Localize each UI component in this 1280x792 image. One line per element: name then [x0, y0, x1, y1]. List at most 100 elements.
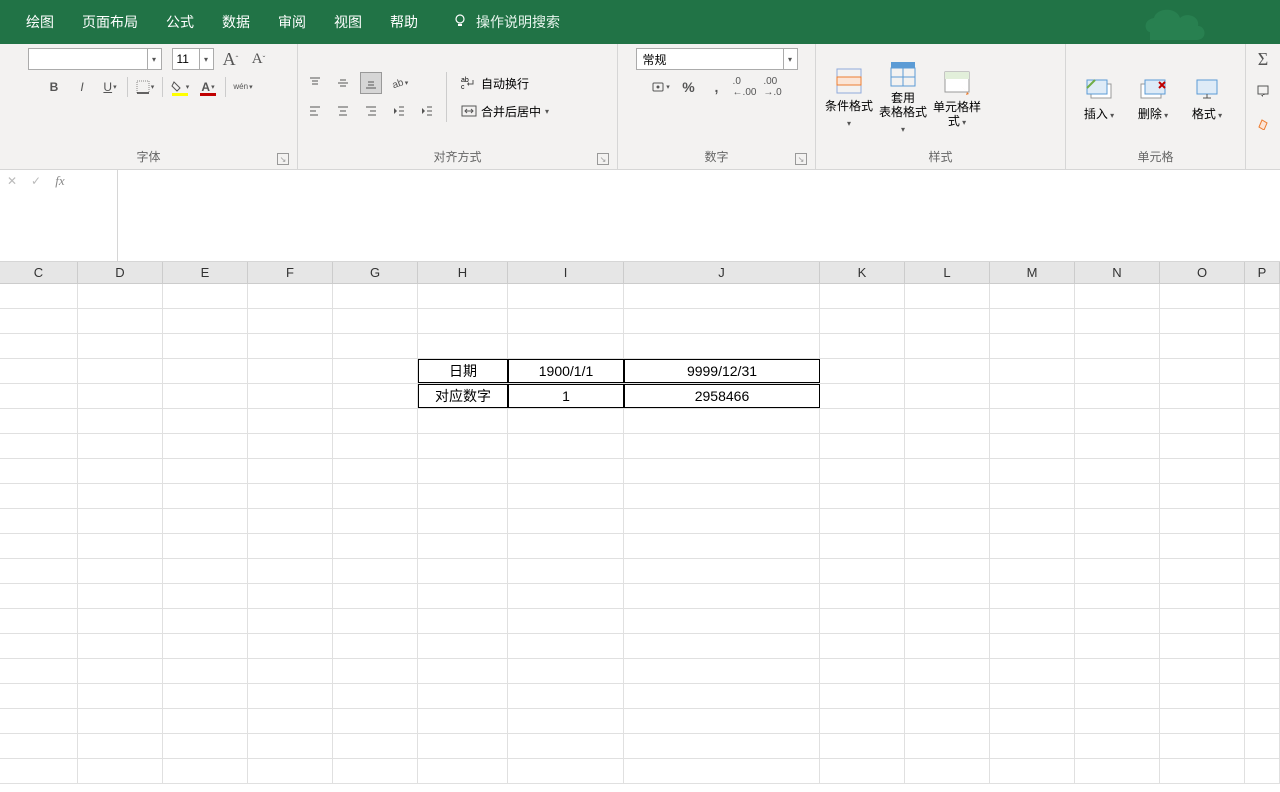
- cell[interactable]: [1075, 534, 1160, 558]
- cell[interactable]: [1075, 659, 1160, 683]
- cell[interactable]: [1245, 309, 1280, 333]
- cell[interactable]: [1160, 484, 1245, 508]
- cell[interactable]: [1075, 759, 1160, 783]
- delete-cells-button[interactable]: 删除: [1126, 55, 1180, 139]
- cell[interactable]: [508, 509, 624, 533]
- cell[interactable]: [0, 609, 78, 633]
- cell[interactable]: [508, 634, 624, 658]
- cell[interactable]: [418, 609, 508, 633]
- cell[interactable]: [0, 284, 78, 308]
- cell[interactable]: [248, 359, 333, 383]
- cell[interactable]: [508, 584, 624, 608]
- cell[interactable]: [905, 359, 990, 383]
- cell[interactable]: [0, 534, 78, 558]
- number-format-dropdown-icon[interactable]: ▾: [783, 49, 797, 69]
- cell[interactable]: [333, 459, 418, 483]
- cell[interactable]: [905, 609, 990, 633]
- cell[interactable]: 对应数字: [418, 384, 508, 408]
- cell[interactable]: [905, 409, 990, 433]
- cell[interactable]: [0, 634, 78, 658]
- font-color-button[interactable]: A: [197, 76, 219, 98]
- percent-button[interactable]: %: [678, 76, 700, 98]
- currency-button[interactable]: [650, 76, 672, 98]
- tell-me-search[interactable]: 操作说明搜索: [452, 12, 560, 32]
- cell[interactable]: [333, 384, 418, 408]
- cell[interactable]: [990, 684, 1075, 708]
- align-bottom-button[interactable]: [360, 72, 382, 94]
- cell[interactable]: [78, 484, 163, 508]
- cell[interactable]: [418, 734, 508, 758]
- cell[interactable]: [820, 734, 905, 758]
- font-size-dropdown-icon[interactable]: ▾: [199, 49, 213, 69]
- cell[interactable]: [333, 684, 418, 708]
- cell[interactable]: [333, 509, 418, 533]
- font-size-combo[interactable]: 11 ▾: [172, 48, 214, 70]
- cell[interactable]: [820, 759, 905, 783]
- cell[interactable]: [78, 609, 163, 633]
- cell[interactable]: [508, 459, 624, 483]
- cell[interactable]: [0, 434, 78, 458]
- cell[interactable]: [78, 434, 163, 458]
- cell[interactable]: 9999/12/31: [624, 359, 820, 383]
- cell[interactable]: [624, 734, 820, 758]
- cell[interactable]: [163, 534, 248, 558]
- cell[interactable]: [508, 334, 624, 358]
- alignment-dialog-launcher[interactable]: ↘: [597, 153, 609, 165]
- conditional-formatting-button[interactable]: 条件格式: [822, 55, 876, 139]
- column-header-J[interactable]: J: [624, 262, 820, 283]
- cell[interactable]: [418, 434, 508, 458]
- cell[interactable]: [1075, 684, 1160, 708]
- cell[interactable]: [333, 659, 418, 683]
- cell[interactable]: [1245, 584, 1280, 608]
- cell[interactable]: [1245, 559, 1280, 583]
- cell[interactable]: [1075, 309, 1160, 333]
- cell[interactable]: [78, 309, 163, 333]
- cell[interactable]: [418, 634, 508, 658]
- cell[interactable]: [508, 609, 624, 633]
- cell[interactable]: [78, 559, 163, 583]
- increase-indent-button[interactable]: [416, 100, 438, 122]
- cell[interactable]: [248, 484, 333, 508]
- cell[interactable]: [1075, 434, 1160, 458]
- cell[interactable]: [1160, 559, 1245, 583]
- cell[interactable]: [0, 584, 78, 608]
- align-right-button[interactable]: [360, 100, 382, 122]
- comma-button[interactable]: ,: [706, 76, 728, 98]
- cell[interactable]: [905, 459, 990, 483]
- tab-drawing[interactable]: 绘图: [12, 12, 68, 32]
- cell[interactable]: [333, 309, 418, 333]
- cell[interactable]: [163, 334, 248, 358]
- cell[interactable]: [163, 709, 248, 733]
- cell[interactable]: [1075, 334, 1160, 358]
- cell[interactable]: [508, 284, 624, 308]
- cell[interactable]: [820, 684, 905, 708]
- cell[interactable]: [624, 759, 820, 783]
- cell[interactable]: [163, 584, 248, 608]
- cell[interactable]: [1160, 409, 1245, 433]
- spreadsheet-grid[interactable]: CDEFGHIJKLMNOP 日期1900/1/19999/12/31对应数字1…: [0, 262, 1280, 792]
- cell[interactable]: [78, 334, 163, 358]
- cell[interactable]: [78, 734, 163, 758]
- cell[interactable]: [1245, 759, 1280, 783]
- cell[interactable]: [508, 759, 624, 783]
- align-center-button[interactable]: [332, 100, 354, 122]
- cell[interactable]: [0, 559, 78, 583]
- fill-button[interactable]: [1252, 80, 1274, 102]
- cell[interactable]: [163, 359, 248, 383]
- cell[interactable]: [418, 684, 508, 708]
- cell[interactable]: [820, 284, 905, 308]
- autosum-button[interactable]: Σ: [1252, 48, 1274, 70]
- cell[interactable]: [1160, 659, 1245, 683]
- cell[interactable]: [1160, 334, 1245, 358]
- cell[interactable]: [624, 284, 820, 308]
- merge-center-button[interactable]: 合并后居中 ▾: [455, 100, 555, 122]
- column-header-M[interactable]: M: [990, 262, 1075, 283]
- cell[interactable]: [0, 409, 78, 433]
- format-cells-button[interactable]: 格式: [1180, 55, 1234, 139]
- cell[interactable]: [163, 734, 248, 758]
- cell[interactable]: [624, 709, 820, 733]
- cell[interactable]: [820, 509, 905, 533]
- column-header-I[interactable]: I: [508, 262, 624, 283]
- cell[interactable]: [248, 459, 333, 483]
- cell[interactable]: [163, 509, 248, 533]
